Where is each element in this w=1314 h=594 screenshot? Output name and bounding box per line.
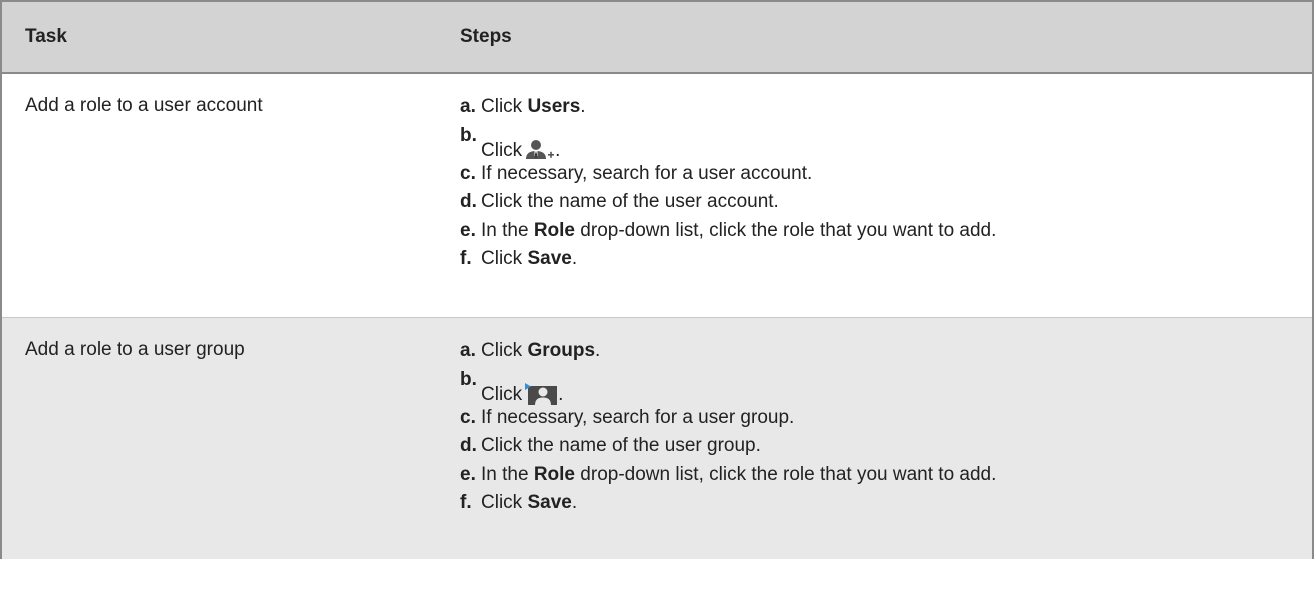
step-text-end: drop-down list, click the role that you … bbox=[575, 463, 997, 485]
step-text: Click bbox=[481, 383, 523, 405]
task-cell: Add a role to a user group bbox=[25, 339, 245, 360]
step-item: f. Click Save. bbox=[460, 245, 1312, 274]
step-item: d. Click the name of the user account. bbox=[460, 188, 1312, 217]
step-letter: a. bbox=[460, 340, 476, 361]
add-user-icon bbox=[525, 139, 555, 161]
ui-term: Role bbox=[533, 463, 576, 485]
step-letter: e. bbox=[460, 463, 476, 485]
step-letter: f. bbox=[460, 492, 472, 513]
step-item: c. If necessary, search for a user group… bbox=[460, 404, 1312, 433]
step-letter: e. bbox=[460, 219, 476, 241]
ui-term: Save bbox=[527, 248, 572, 269]
task-steps-table: Task Steps Add a role to a user account … bbox=[0, 0, 1314, 559]
step-text-end: . bbox=[571, 492, 578, 513]
step-letter: c. bbox=[460, 162, 476, 184]
table-row: Add a role to a user account a. Click Us… bbox=[2, 74, 1312, 318]
step-item: e. In the Role drop-down list, click the… bbox=[460, 461, 1312, 490]
step-text: Click bbox=[481, 492, 528, 513]
steps-cell: a. Click Users. b. Click . c. If necessa… bbox=[436, 74, 1312, 317]
step-item: e. In the Role drop-down list, click the… bbox=[460, 217, 1312, 246]
step-item: f. Click Save. bbox=[460, 489, 1312, 518]
step-text: Click bbox=[481, 139, 523, 161]
step-text-end: . bbox=[555, 139, 561, 161]
step-text-end: . bbox=[580, 96, 586, 117]
step-text: Click the name of the user group. bbox=[481, 435, 761, 456]
step-text: Click the name of the user account. bbox=[481, 191, 779, 212]
step-item: a. Click Users. bbox=[460, 93, 1312, 122]
step-item: c. If necessary, search for a user accou… bbox=[460, 160, 1312, 189]
task-cell: Add a role to a user account bbox=[25, 95, 263, 116]
ui-term: Save bbox=[527, 492, 572, 513]
step-letter: b. bbox=[460, 124, 477, 146]
step-item: d. Click the name of the user group. bbox=[460, 432, 1312, 461]
step-text: If necessary, search for a user account. bbox=[481, 162, 813, 184]
task-column-header: Task bbox=[25, 26, 67, 47]
step-item: a. Click Groups. bbox=[460, 337, 1312, 366]
step-letter: a. bbox=[460, 96, 476, 117]
step-text-end: . bbox=[571, 248, 578, 269]
ui-term: Groups bbox=[527, 340, 596, 361]
step-text: If necessary, search for a user group. bbox=[481, 406, 795, 428]
step-text: Click bbox=[481, 96, 528, 117]
step-text-end: drop-down list, click the role that you … bbox=[575, 219, 997, 241]
step-text: Click bbox=[481, 248, 528, 269]
step-item: b. Click . bbox=[460, 122, 1312, 160]
table-header-row: Task Steps bbox=[2, 2, 1312, 74]
step-letter: d. bbox=[460, 435, 477, 456]
step-text: In the bbox=[481, 463, 534, 485]
step-text-end: . bbox=[558, 383, 564, 405]
step-letter: f. bbox=[460, 248, 472, 269]
steps-cell: a. Click Groups. b. Click . c. If necess… bbox=[436, 318, 1312, 559]
step-item: b. Click . bbox=[460, 366, 1312, 405]
add-group-icon bbox=[525, 382, 558, 405]
ui-term: Users bbox=[527, 96, 581, 117]
table-row: Add a role to a user group a. Click Grou… bbox=[2, 318, 1312, 559]
steps-column-header: Steps bbox=[460, 26, 512, 47]
step-letter: b. bbox=[460, 368, 477, 390]
step-text: In the bbox=[481, 219, 534, 241]
step-text: Click bbox=[481, 340, 528, 361]
step-letter: c. bbox=[460, 406, 476, 428]
step-letter: d. bbox=[460, 191, 477, 212]
ui-term: Role bbox=[533, 219, 576, 241]
step-text-end: . bbox=[595, 340, 601, 361]
